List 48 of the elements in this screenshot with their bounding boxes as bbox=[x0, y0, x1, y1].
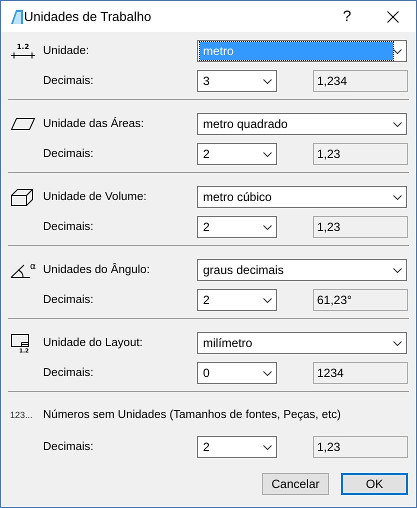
unit-dropdown[interactable]: metro quadrado bbox=[197, 113, 407, 135]
decimals-dropdown[interactable]: 0 bbox=[197, 362, 277, 384]
field-label: Decimais: bbox=[43, 148, 94, 160]
app-icon bbox=[10, 8, 24, 24]
parallelogram-icon bbox=[10, 117, 36, 131]
close-icon bbox=[387, 10, 399, 22]
chevron-down-icon bbox=[263, 298, 272, 302]
chevron-down-icon bbox=[393, 48, 402, 54]
chevron-down-icon bbox=[393, 268, 402, 272]
field-label: Decimais: bbox=[43, 441, 94, 453]
box-icon bbox=[10, 187, 34, 207]
chevron-down-icon bbox=[263, 78, 272, 84]
field-label: Unidade de Volume: bbox=[43, 191, 148, 203]
decimals-dropdown[interactable]: 2 bbox=[197, 216, 277, 238]
preview-field: 1,234 bbox=[313, 70, 408, 92]
preview-field: 1,23 bbox=[313, 216, 408, 238]
chevron-down-icon bbox=[263, 224, 272, 230]
preview-field: 1,23 bbox=[313, 143, 408, 165]
window-title: Unidades de Trabalho bbox=[24, 9, 152, 24]
field-label: Decimais: bbox=[43, 75, 94, 87]
chevron-down-icon bbox=[393, 340, 402, 346]
numbers-icon: 123... bbox=[10, 410, 33, 420]
unit-dropdown[interactable]: milímetro bbox=[197, 332, 407, 354]
chevron-down-icon bbox=[393, 194, 402, 200]
decimals-dropdown[interactable]: 2 bbox=[197, 143, 277, 165]
field-label: Unidade: bbox=[43, 45, 90, 57]
unit-dropdown[interactable]: metro cúbico bbox=[197, 186, 407, 208]
chevron-down-icon bbox=[263, 370, 272, 376]
help-button[interactable]: ? bbox=[324, 8, 370, 25]
decimals-dropdown[interactable]: 2 bbox=[197, 289, 277, 311]
ok-button[interactable]: OK bbox=[341, 473, 408, 495]
field-label: Decimais: bbox=[43, 221, 94, 233]
field-label: Unidade do Layout: bbox=[43, 337, 144, 349]
cancel-button[interactable]: Cancelar bbox=[262, 473, 329, 495]
chevron-down-icon bbox=[393, 122, 402, 126]
unit-dropdown[interactable]: graus decimais bbox=[197, 259, 407, 281]
field-label: Decimais: bbox=[43, 367, 94, 379]
field-label: Unidade das Áreas: bbox=[43, 118, 146, 130]
chevron-down-icon bbox=[263, 152, 272, 156]
field-label: Decimais: bbox=[43, 294, 94, 306]
preview-field: 1234 bbox=[313, 362, 408, 384]
decimals-dropdown[interactable]: 3 bbox=[197, 70, 277, 92]
decimals-dropdown[interactable]: 2 bbox=[197, 436, 277, 458]
section-heading: Números sem Unidades (Tamanhos de fontes, Peças, etc) bbox=[43, 409, 341, 421]
preview-field: 1,23 bbox=[313, 436, 408, 458]
field-label: Unidades do Ângulo: bbox=[43, 264, 151, 276]
preview-field: 61,23° bbox=[313, 289, 408, 311]
chevron-down-icon bbox=[263, 444, 272, 450]
